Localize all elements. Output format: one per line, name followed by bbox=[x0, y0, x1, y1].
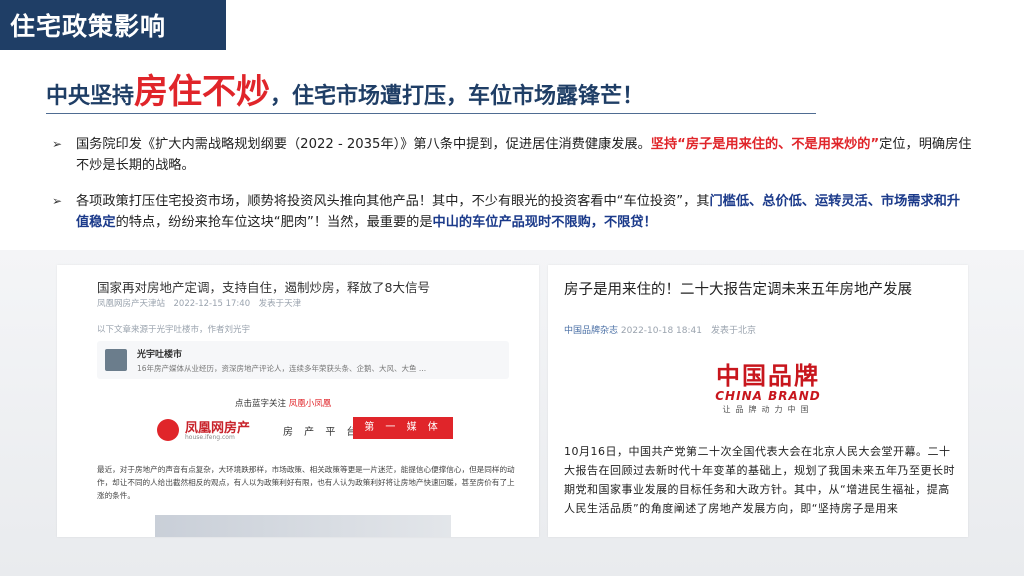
bullet-item-2: ➢ 各项政策打压住宅投资市场，顺势将投资风头推向其他产品！其中，不少有眼光的投资… bbox=[52, 191, 972, 233]
article-left-meta: 凤凰网房产天津站 2022-12-15 17:40 发表于天津 bbox=[97, 299, 302, 309]
banner-slogan-highlight: 第 一 媒 体 bbox=[353, 417, 453, 439]
bullet-2-text-b: 的特点，纷纷来抢车位这块“肥肉”！当然，最重要的是 bbox=[115, 215, 433, 230]
china-brand-logo: 中国品牌 CHINA BRAND 让品牌动力中国 bbox=[678, 363, 858, 417]
arrow-bullet-icon: ➢ bbox=[52, 194, 63, 208]
article-right-body: 10月16日，中国共产党第二十次全国代表大会在北京人民大会堂开幕。二十大报告在回… bbox=[564, 445, 955, 515]
follow-prompt: 点击蓝字关注 凤凰小凤凰 bbox=[235, 397, 331, 409]
avatar bbox=[105, 349, 127, 371]
article-left-source-note: 以下文章来源于光宇吐楼市，作者刘光宇 bbox=[97, 325, 251, 335]
article-right-date: 2022-10-18 18:41 发表于北京 bbox=[620, 326, 756, 336]
ifeng-banner: 凤凰网房产 house.ifeng.com 房 产 平 台 第 一 媒 体 bbox=[157, 415, 457, 445]
bullet-1-highlight: 坚持“房子是用来住的、不是用来炒的” bbox=[650, 137, 880, 152]
article-right-source: 中国品牌杂志 bbox=[564, 326, 619, 336]
follow-text: 点击蓝字关注 bbox=[235, 399, 287, 409]
slide-title-text: 住宅政策影响 bbox=[10, 12, 167, 41]
article-left-title: 国家再对房地产定调，支持自住，遏制炒房，释放了8大信号 bbox=[97, 280, 430, 295]
headline-prefix: 中央坚持 bbox=[46, 84, 135, 109]
bullet-2-highlight-b: 中山的车位产品现时不限购，不限贷！ bbox=[432, 215, 657, 230]
bullet-item-1: ➢ 国务院印发《扩大内需战略规划纲要（2022 - 2035年）》第八条中提到，… bbox=[52, 134, 972, 176]
china-brand-logo-cn: 中国品牌 bbox=[716, 362, 820, 390]
ifeng-logo-sub: house.ifeng.com bbox=[185, 434, 235, 441]
article-right-title: 房子是用来住的！二十大报告定调未来五年房地产发展 bbox=[564, 282, 912, 298]
arrow-bullet-icon: ➢ bbox=[52, 137, 63, 151]
article-screenshot-right: 房子是用来住的！二十大报告定调未来五年房地产发展 中国品牌杂志 2022-10-… bbox=[548, 265, 968, 537]
china-brand-logo-en: CHINA BRAND bbox=[715, 389, 821, 403]
china-brand-slogan: 让品牌动力中国 bbox=[722, 405, 814, 414]
author-card: 光宇吐楼市 16年房产媒体从业经历，资深房地产评论人，连续多年荣获头条、企鹅、大… bbox=[97, 341, 509, 379]
headline-suffix: ，住宅市场遭打压，车位市场露锋芒！ bbox=[270, 84, 645, 109]
follow-brand: 凤凰小凤凰 bbox=[288, 399, 332, 409]
bullet-list: ➢ 国务院印发《扩大内需战略规划纲要（2022 - 2035年）》第八条中提到，… bbox=[52, 134, 972, 248]
headline-emphasis: 房住不炒 bbox=[134, 72, 271, 112]
author-description: 16年房产媒体从业经历，资深房地产评论人，连续多年荣获头条、企鹅、大风、大鱼 .… bbox=[137, 364, 427, 373]
ifeng-logo-icon bbox=[157, 419, 179, 441]
article-right-meta: 中国品牌杂志 2022-10-18 18:41 发表于北京 bbox=[564, 323, 756, 336]
article-left-body: 最近，对于房地产的声音有点复杂，大环境跌那样，市场政策、相关政策等更是一片迷茫，… bbox=[97, 465, 515, 500]
article-screenshot-left: 国家再对房地产定调，支持自住，遏制炒房，释放了8大信号 凤凰网房产天津站 202… bbox=[57, 265, 539, 537]
bullet-2-text-a: 各项政策打压住宅投资市场，顺势将投资风头推向其他产品！其中，不少有眼光的投资客看… bbox=[76, 194, 710, 209]
article-left-image bbox=[155, 515, 451, 537]
slide-title: 住宅政策影响 bbox=[0, 0, 226, 50]
headline-divider bbox=[46, 113, 816, 114]
author-name: 光宇吐楼市 bbox=[137, 350, 183, 360]
banner-slogan: 房 产 平 台 bbox=[283, 427, 361, 438]
bullet-1-text-a: 国务院印发《扩大内需战略规划纲要（2022 - 2035年）》第八条中提到，促进… bbox=[76, 137, 651, 152]
headline: 中央坚持 房住不炒 ，住宅市场遭打压，车位市场露锋芒！ bbox=[46, 68, 846, 112]
